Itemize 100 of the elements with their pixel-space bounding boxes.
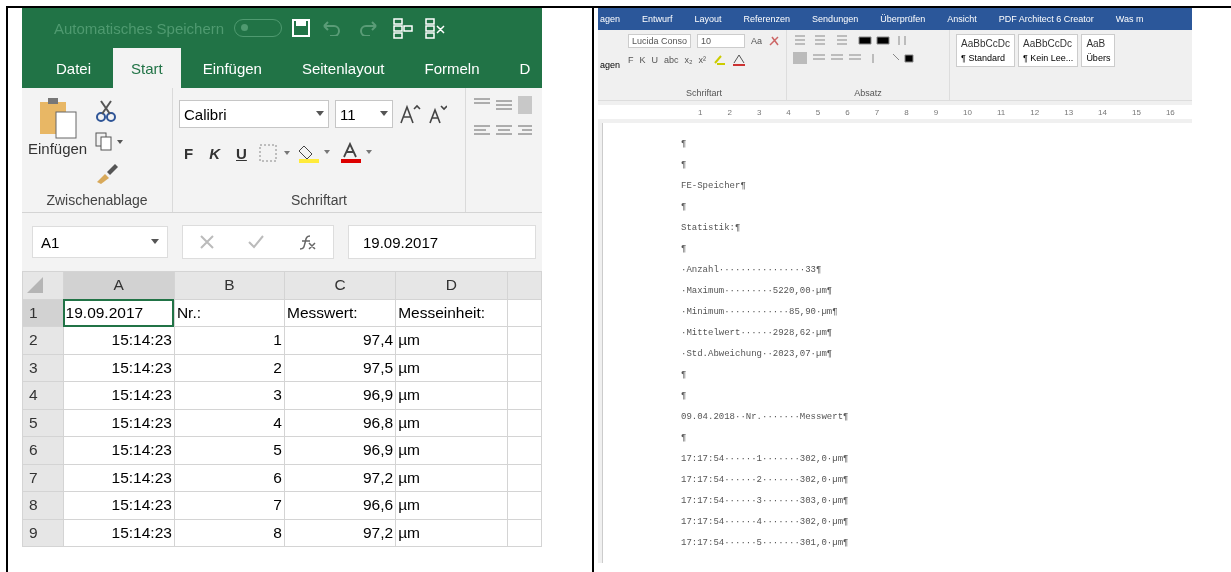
font-size-field[interactable]: 10	[697, 34, 746, 48]
document-line: 17:17:54······5·······301,0·µm¶	[681, 538, 850, 550]
row-header[interactable]: 2	[22, 326, 64, 354]
ribbon-tab[interactable]: Einfügen	[184, 48, 280, 88]
document-line: ¶	[681, 160, 688, 172]
format-button[interactable]: x₂	[684, 55, 693, 65]
row-header[interactable]: 8	[22, 491, 64, 519]
ribbon-tab[interactable]: Datei	[38, 48, 110, 88]
table-cell: 4	[174, 409, 285, 437]
document-line: Statistik:¶	[681, 223, 742, 235]
document-line: ·Maximum·········5220,00·µm¶	[681, 286, 834, 298]
copy-icon[interactable]	[95, 132, 126, 152]
format-button[interactable]: K	[639, 55, 646, 65]
table-cell: 96,9	[284, 381, 396, 409]
table-cell: 6	[174, 464, 285, 492]
format-button[interactable]: K	[204, 144, 225, 162]
table-cell: 96,9	[284, 436, 396, 464]
font-color-icon[interactable]	[732, 54, 747, 66]
table-cell: 8	[174, 519, 285, 547]
table-cell: Messwert:	[284, 299, 396, 327]
table-cell: 19.09.2017	[63, 299, 175, 327]
ribbon-tab[interactable]: Was m	[1115, 14, 1144, 24]
table-cell: 15:14:23	[63, 409, 175, 437]
table-cell: 15:14:23	[63, 354, 175, 382]
ribbon-tab[interactable]: D	[501, 48, 542, 88]
paste-label[interactable]: agen	[600, 60, 621, 70]
ribbon-tab[interactable]: agen	[600, 14, 621, 24]
document-line: ¶	[681, 244, 688, 256]
table-cell: 3	[174, 381, 285, 409]
name-box[interactable]: A1	[32, 226, 168, 258]
document-line: ¶	[681, 370, 688, 382]
row-header[interactable]: 5	[22, 409, 64, 437]
column-header[interactable]: D	[395, 271, 508, 299]
format-button[interactable]: U	[651, 55, 659, 65]
table-cell: 96,8	[284, 409, 396, 437]
table-cell: µm	[395, 519, 508, 547]
style-preset[interactable]: AaBbCcDc ¶ Standard	[956, 34, 1015, 67]
brush-icon[interactable]	[95, 162, 120, 184]
document-line: 17:17:54······3·······303,0·µm¶	[681, 496, 850, 508]
font-name-field[interactable]: Calibri	[179, 100, 329, 128]
document-line: ·Mittelwert······2928,62·µm¶	[681, 328, 834, 340]
ribbon-tab[interactable]: Sendungen	[812, 14, 859, 24]
clipboard-icon[interactable]	[37, 96, 78, 140]
style-preset[interactable]: AaBbCcDc ¶ Kein Lee...	[1018, 34, 1079, 67]
table-cell: 15:14:23	[63, 436, 175, 464]
table-cell: µm	[395, 354, 508, 382]
format-button[interactable]: U	[231, 144, 252, 162]
ribbon-tab[interactable]: Referenzen	[743, 14, 791, 24]
ribbon-tab[interactable]: Seitenlayout	[283, 48, 403, 88]
clear-format-icon[interactable]	[768, 35, 781, 47]
paste-button[interactable]: Einfügen	[28, 96, 88, 192]
ribbon-tab[interactable]: PDF Architect 6 Creator	[998, 14, 1094, 24]
document-line: ¶	[681, 433, 688, 445]
shrink-font-icon[interactable]	[427, 104, 447, 124]
ribbon-tab[interactable]: Ansicht	[947, 14, 977, 24]
table-cell: 2	[174, 354, 285, 382]
document-line: FE-Speicher¶	[681, 181, 747, 193]
table-cell: 5	[174, 436, 285, 464]
scissors-icon[interactable]	[95, 100, 118, 122]
caret-icon[interactable]	[380, 111, 388, 117]
column-header[interactable]: B	[174, 271, 285, 299]
document-line: ·Std.Abweichung··2023,07·µm¶	[681, 349, 834, 361]
table-cell: µm	[395, 409, 508, 437]
row-header[interactable]: 6	[22, 436, 64, 464]
document-line: ¶	[681, 391, 688, 403]
table-cell: 15:14:23	[63, 491, 175, 519]
caret-icon[interactable]	[151, 239, 159, 245]
format-button[interactable]: abc	[664, 55, 679, 65]
grow-font-icon[interactable]	[399, 104, 421, 124]
table-cell: µm	[395, 436, 508, 464]
column-header[interactable]: C	[284, 271, 396, 299]
column-header[interactable]: A	[63, 271, 175, 299]
group-label: Schriftart	[290, 192, 348, 208]
row-header[interactable]: 7	[22, 464, 64, 492]
formula-field[interactable]: 19.09.2017	[348, 225, 536, 259]
font-name-field[interactable]: Lucida Conso	[628, 34, 692, 48]
table-cell: 97,2	[284, 519, 396, 547]
format-button[interactable]: x²	[698, 55, 707, 65]
caret-icon[interactable]	[316, 111, 324, 117]
table-cell: Nr.:	[174, 299, 285, 327]
row-header[interactable]: 4	[22, 381, 64, 409]
ribbon-tab[interactable]: Entwurf	[642, 14, 673, 24]
format-button[interactable]: F	[628, 55, 634, 65]
ribbon-tab[interactable]: Layout	[694, 14, 722, 24]
ribbon-tab[interactable]: Start	[113, 48, 181, 88]
table-cell: 1	[174, 326, 285, 354]
row-header[interactable]: 1	[22, 299, 64, 327]
ribbon-tab[interactable]: Formeln	[406, 48, 498, 88]
row-header[interactable]: 9	[22, 519, 64, 547]
save-icon[interactable]	[292, 19, 311, 37]
change-case-button[interactable]: Aa	[751, 36, 763, 46]
tree-icon[interactable]	[392, 17, 415, 39]
style-preset[interactable]: AaB Übers	[1081, 34, 1116, 67]
format-button[interactable]: F	[179, 144, 199, 162]
ribbon-tab[interactable]: Überprüfen	[880, 14, 926, 24]
document-line: ·Anzahl················33¶	[681, 265, 823, 277]
table-cell: µm	[395, 491, 508, 519]
font-size-field[interactable]: 11	[335, 100, 393, 128]
tree-remove-icon[interactable]	[424, 17, 447, 39]
row-header[interactable]: 3	[22, 354, 64, 382]
